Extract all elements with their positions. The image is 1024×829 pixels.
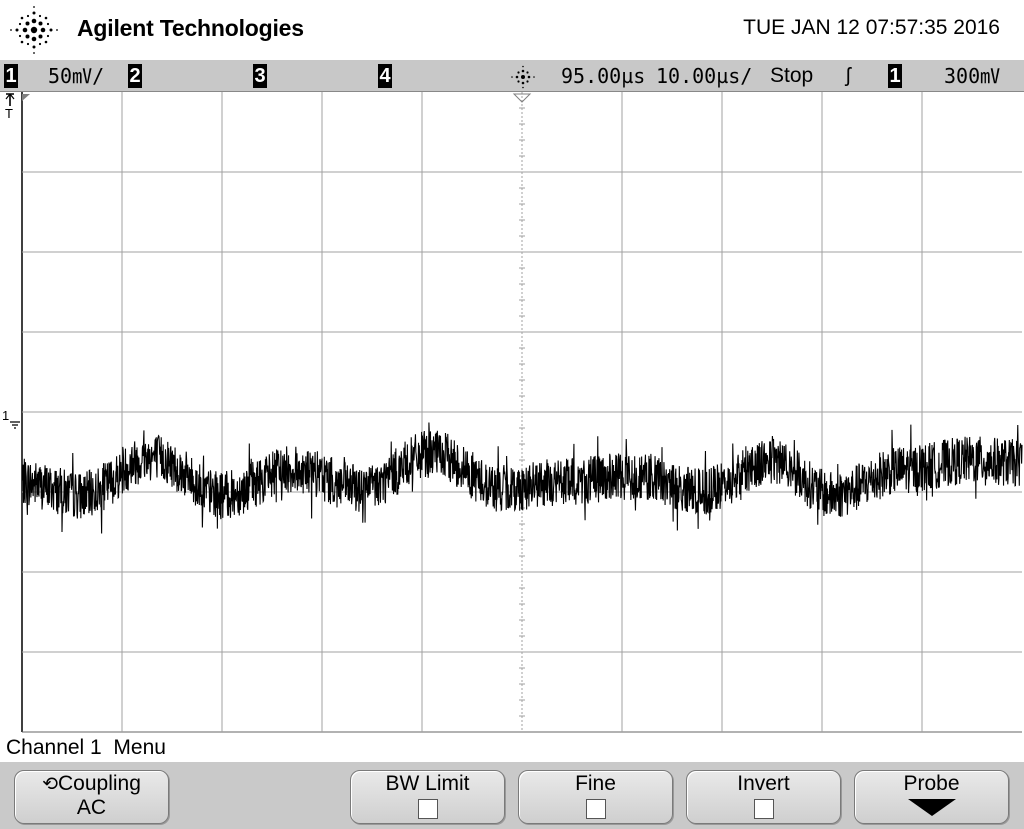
softkey-bar: ⟲Coupling AC BW Limit Fine Invert Probe	[0, 762, 1024, 829]
bw-limit-checkbox[interactable]	[417, 799, 438, 819]
trigger-marker-label: T	[5, 106, 13, 121]
coupling-value: AC	[76, 796, 107, 819]
channel-3-indicator[interactable]: 3	[253, 64, 267, 88]
fine-label: Fine	[575, 772, 616, 795]
probe-label: Probe	[903, 772, 960, 795]
run-state: Stop	[770, 64, 814, 87]
invert-checkbox[interactable]	[753, 799, 774, 819]
trigger-marker: T	[5, 93, 15, 121]
submenu-arrow-icon	[907, 799, 956, 816]
trigger-slope-icon: ʃ	[846, 65, 851, 87]
rotate-knob-icon: ⟲	[42, 774, 58, 795]
agilent-spark-logo-icon	[10, 6, 58, 54]
waveform-display[interactable]: T 1	[0, 92, 1024, 733]
ground-marker-label: 1	[2, 408, 9, 423]
probe-softkey[interactable]: Probe	[854, 770, 1009, 824]
coupling-softkey[interactable]: ⟲Coupling AC	[14, 770, 169, 824]
invert-softkey[interactable]: Invert	[686, 770, 841, 824]
fine-checkbox[interactable]	[585, 799, 606, 819]
status-bar: 1 50㎷/ 2 3 4 95.00µs 10.00µs/ Stop ʃ 1 3…	[0, 60, 1024, 92]
coupling-label: ⟲Coupling	[42, 772, 141, 795]
horizontal-delay: 95.00µs	[561, 64, 646, 88]
graticule: T 1	[2, 92, 1023, 733]
date-time: TUE JAN 12 07:57:35 2016	[743, 16, 1000, 39]
timebase-scale: 10.00µs/	[656, 64, 753, 88]
invert-label: Invert	[737, 772, 790, 795]
channel-2-indicator[interactable]: 2	[128, 64, 142, 88]
header: Agilent Technologies TUE JAN 12 07:57:35…	[0, 0, 1024, 60]
bw-limit-softkey[interactable]: BW Limit	[350, 770, 505, 824]
menu-title: Channel 1 Menu	[6, 736, 166, 759]
delay-spark-icon	[511, 65, 535, 89]
left-edge-marker	[22, 94, 30, 101]
trigger-level: 300㎷	[944, 64, 1001, 88]
channel-1-ground-marker[interactable]: 1	[2, 408, 20, 429]
bw-limit-label: BW Limit	[385, 772, 470, 795]
brand-name: Agilent Technologies	[77, 15, 304, 41]
trigger-source-indicator: 1	[888, 64, 902, 88]
channel-1-scale: 50㎷/	[48, 64, 105, 88]
channel-1-indicator[interactable]: 1	[4, 64, 18, 88]
channel-4-indicator[interactable]: 4	[378, 64, 392, 88]
fine-softkey[interactable]: Fine	[518, 770, 673, 824]
